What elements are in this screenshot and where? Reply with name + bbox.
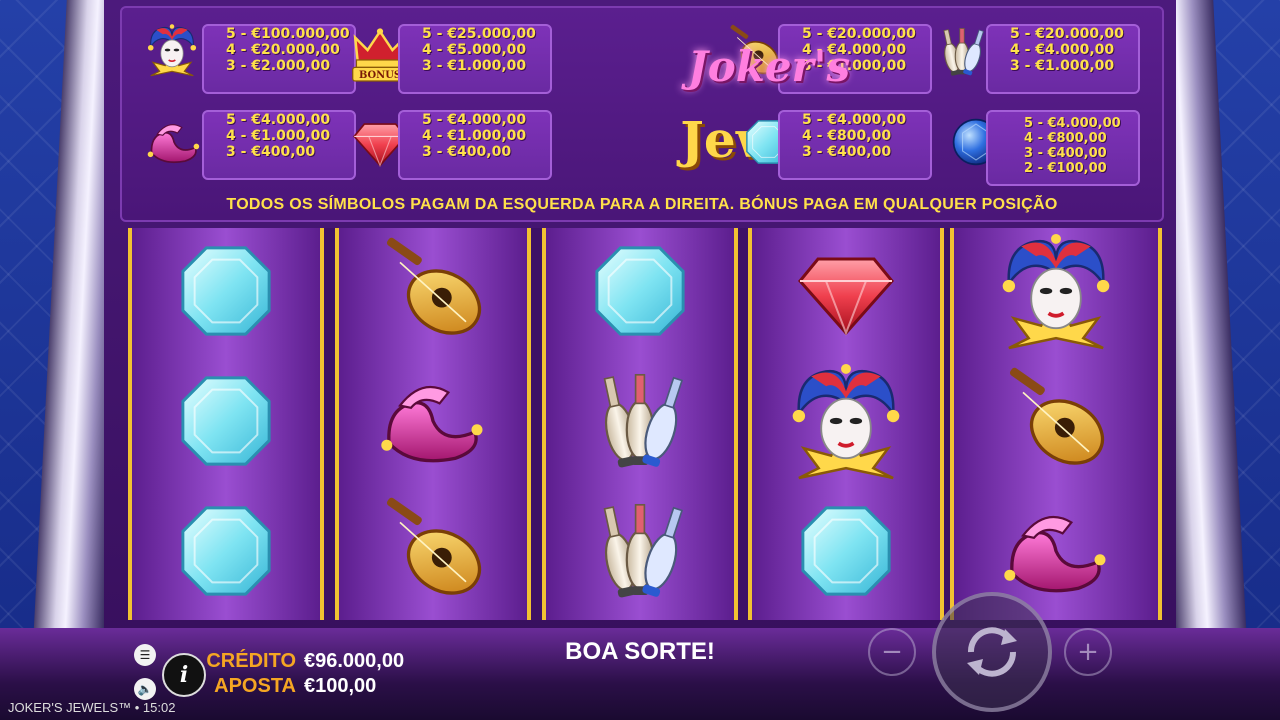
sound-icon: 🔈 [137,682,153,696]
jester-shoes-icon [146,114,202,170]
pay-line: 4 - €5.000,00 [422,42,527,58]
menu-icon: ☰ [139,648,151,662]
reels-area [128,228,1162,620]
pay-line: 5 - €20.000,00 [802,26,916,42]
symbol-joker [752,358,940,484]
reel-5 [950,228,1162,620]
spin-button[interactable] [932,592,1052,712]
pay-line: 3 - €400,00 [1024,146,1107,161]
sound-button[interactable]: 🔈 [134,678,156,700]
pay-line: 4 - €20.000,00 [226,42,340,58]
minus-icon: − [881,637,903,667]
pay-line: 3 - €400,00 [226,144,316,160]
symbol-cyan-gem [752,488,940,614]
reel-3 [542,228,738,620]
decrease-bet-button[interactable]: − [868,628,916,676]
pay-line: 4 - €1.000,00 [226,128,331,144]
paytable-entry-joker: 5 - €100.000,00 4 - €20.000,00 3 - €2.00… [202,24,356,94]
footer-separator: • [134,700,143,715]
pay-line: 3 - €400,00 [422,144,512,160]
pay-line: 5 - €4.000,00 [226,112,331,128]
logo-jokers: Joker's [687,42,851,91]
reel-2 [335,228,531,620]
symbol-cyan-gem [546,228,734,354]
symbol-cyan-gem [132,488,320,614]
pay-line: 2 - €100,00 [1024,161,1107,176]
menu-button[interactable]: ☰ [134,644,156,666]
symbol-lute [339,488,527,614]
pay-line: 5 - €100.000,00 [226,26,350,42]
info-icon: i [179,662,189,688]
pay-line: 5 - €4.000,00 [1024,116,1121,131]
reel-4 [748,228,944,620]
clock-time: 15:02 [142,700,176,715]
pay-line: 4 - €800,00 [802,128,892,144]
game-footer: JOKER'S JEWELS™ • 15:02 [8,700,175,715]
paytable-entry-bonus: 5 - €25.000,00 4 - €5.000,00 3 - €1.000,… [398,24,552,94]
pay-line: 5 - €4.000,00 [802,112,907,128]
pay-line: 5 - €25.000,00 [422,26,536,42]
paytable-entry-cyan-gem: 5 - €4.000,00 4 - €800,00 3 - €400,00 [778,110,932,180]
pay-line: 5 - €20.000,00 [1010,26,1124,42]
status-message: BOA SORTE! [565,638,715,665]
pay-line: 4 - €800,00 [1024,131,1107,146]
symbol-lute [954,358,1158,484]
paytable-panel: 5 - €100.000,00 4 - €20.000,00 3 - €2.00… [120,6,1164,222]
paytable-entry-juggling-pins: 5 - €20.000,00 4 - €4.000,00 3 - €1.000,… [986,24,1140,94]
joker-icon [144,22,200,78]
paytable-entry-blue-orb: 5 - €4.000,00 4 - €800,00 3 - €400,00 2 … [986,110,1140,186]
increase-bet-button[interactable]: + [1064,628,1112,676]
credit-label: CRÉDITO [206,650,296,672]
credit-value: €96.000,00 [304,650,405,672]
pay-line: 3 - €1.000,00 [422,58,527,74]
bet-value: €100,00 [304,675,377,697]
symbol-juggling-pins [546,488,734,614]
paytable-entry-jester-shoes: 5 - €4.000,00 4 - €1.000,00 3 - €400,00 [202,110,356,180]
game-title: JOKER'S JEWELS™ [8,700,132,715]
pay-line: 3 - €400,00 [802,144,892,160]
pay-line: 3 - €2.000,00 [226,58,331,74]
pay-line: 4 - €4.000,00 [1010,42,1115,58]
pay-line: 4 - €1.000,00 [422,128,527,144]
spin-arrows-icon [967,627,1017,677]
paytable-rules-note: TODOS OS SÍMBOLOS PAGAM DA ESQUERDA PARA… [226,196,1058,213]
symbol-cyan-gem [132,358,320,484]
symbol-juggling-pins [546,358,734,484]
reel-1 [128,228,324,620]
pay-line: 5 - €4.000,00 [422,112,527,128]
symbol-joker [954,228,1158,354]
info-button[interactable]: i [162,653,206,697]
symbol-red-gem [752,228,940,354]
juggling-pins-icon [934,24,990,80]
symbol-cyan-gem [132,228,320,354]
pay-line: 3 - €1.000,00 [1010,58,1115,74]
symbol-lute [339,228,527,354]
plus-icon: + [1077,637,1099,667]
bet-label: APOSTA [214,675,296,697]
symbol-jester-shoes [339,358,527,484]
paytable-entry-red-gem: 5 - €4.000,00 4 - €1.000,00 3 - €400,00 [398,110,552,180]
